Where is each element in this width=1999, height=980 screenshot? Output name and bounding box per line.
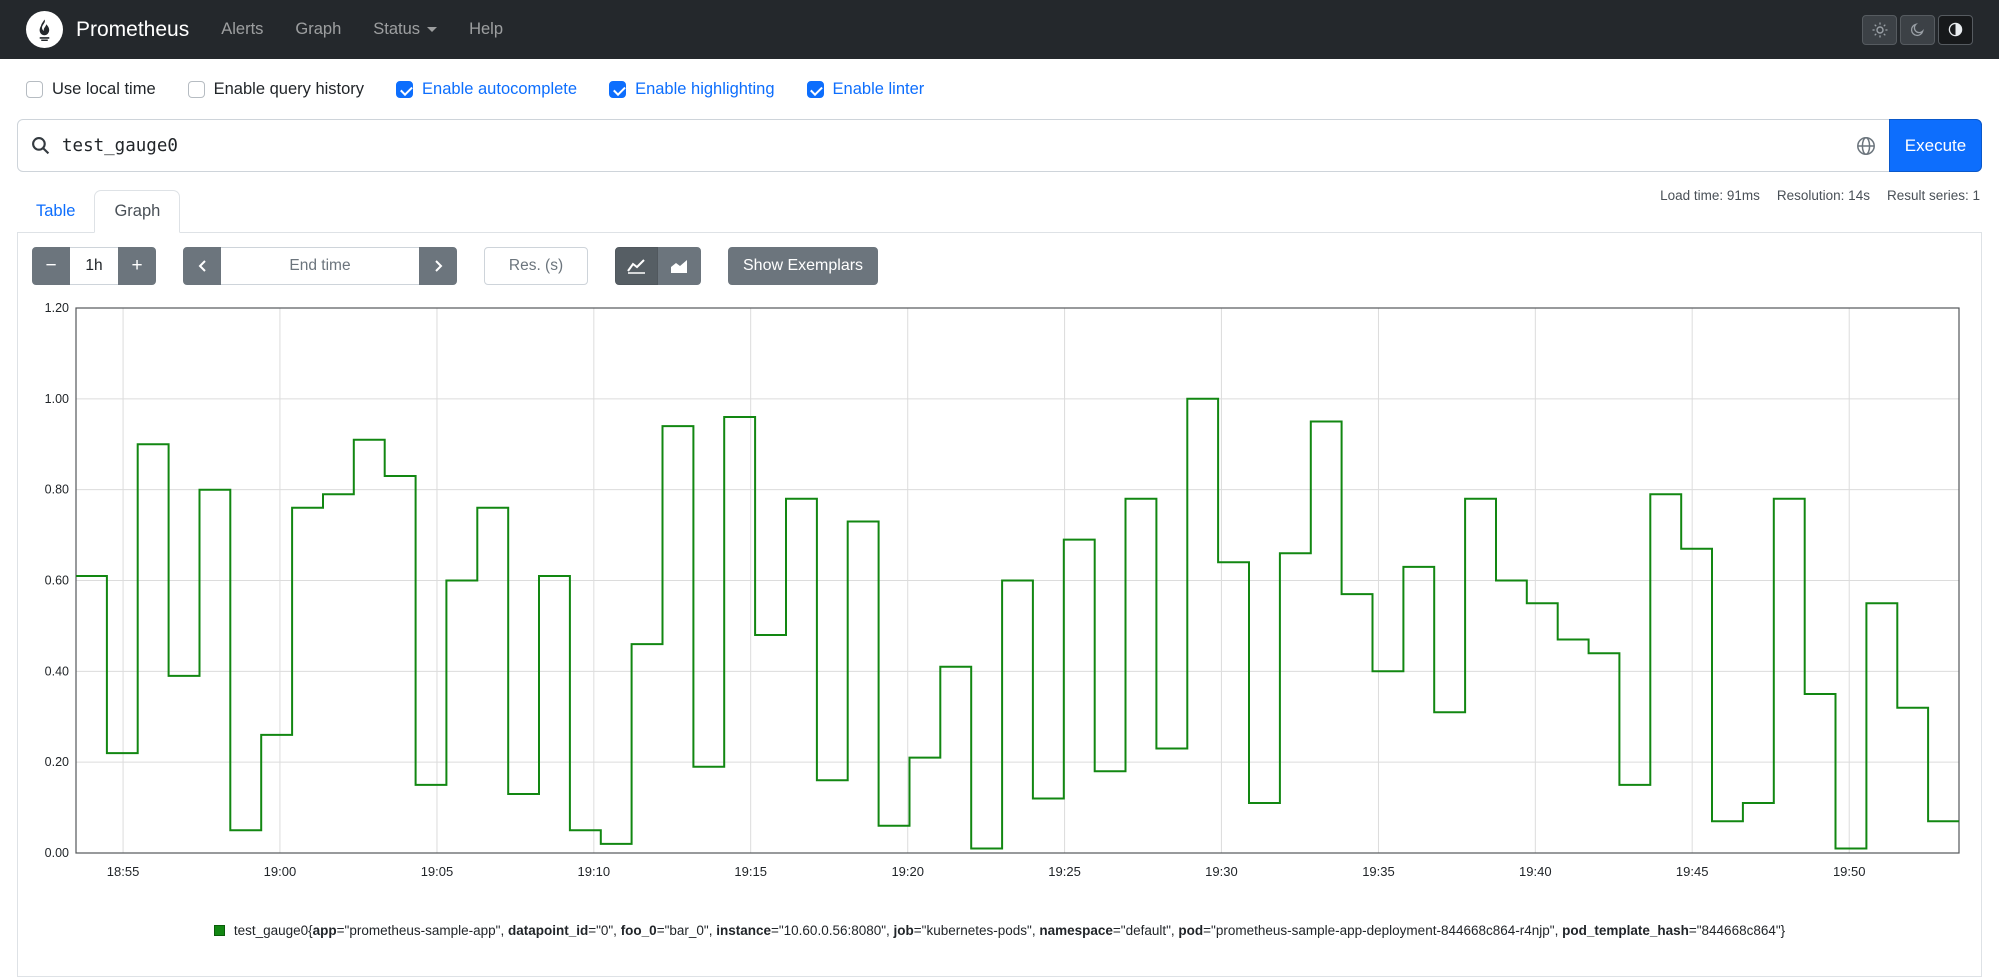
chart-type-toggle-group	[615, 247, 701, 285]
time-series-chart[interactable]: 0.00 0.20 0.40 0.60 0.80 1.00 1.20 18:55 19:00 19…	[32, 300, 1969, 885]
checkbox-enable-query-history[interactable]: Enable query history	[187, 80, 365, 99]
checkbox-box	[806, 81, 824, 98]
range-input[interactable]	[70, 247, 118, 285]
metrics-explorer-button[interactable]	[1842, 120, 1890, 171]
series-legend[interactable]: test_gauge0{app="prometheus-sample-app",…	[32, 923, 1967, 938]
chevron-left-icon	[198, 260, 206, 272]
series-color-swatch	[213, 925, 225, 936]
nav-link-graph[interactable]: Graph	[295, 20, 341, 39]
nav-link-alerts[interactable]: Alerts	[221, 20, 263, 39]
svg-text:0.20: 0.20	[45, 755, 69, 769]
theme-toggle-group	[1862, 14, 1973, 45]
svg-text:0.80: 0.80	[45, 483, 69, 497]
time-back-button[interactable]	[183, 247, 221, 285]
nav-link-help[interactable]: Help	[469, 20, 503, 39]
svg-text:0.60: 0.60	[45, 574, 69, 588]
checkbox-box	[396, 81, 414, 98]
stacked-chart-icon	[671, 260, 687, 273]
range-increase-button[interactable]: +	[118, 247, 156, 285]
svg-text:19:50: 19:50	[1833, 864, 1866, 879]
theme-dark-button[interactable]	[1900, 14, 1935, 45]
query-expression-input[interactable]: test_gauge0	[62, 120, 1842, 171]
range-decrease-button[interactable]: −	[32, 247, 70, 285]
end-time-input[interactable]	[221, 247, 419, 285]
sun-icon	[1872, 22, 1887, 37]
search-icon-cell	[18, 120, 62, 171]
stacked-chart-toggle-button[interactable]	[658, 247, 701, 285]
line-chart-toggle-button[interactable]	[615, 247, 658, 285]
svg-text:19:35: 19:35	[1362, 864, 1395, 879]
svg-text:19:30: 19:30	[1205, 864, 1238, 879]
series-label-text: test_gauge0{app="prometheus-sample-app",…	[233, 923, 1786, 938]
checkbox-label: Enable query history	[213, 80, 365, 98]
svg-text:19:10: 19:10	[578, 864, 611, 879]
checkbox-box	[26, 81, 43, 98]
search-icon	[31, 137, 49, 155]
checkbox-box	[187, 81, 205, 98]
result-series-stat: Result series: 1	[1886, 188, 1980, 203]
time-forward-button[interactable]	[419, 247, 457, 285]
checkbox-enable-highlighting[interactable]: Enable highlighting	[609, 80, 775, 99]
query-stats: Load time: 91ms Resolution: 14s Result s…	[1660, 188, 1980, 203]
svg-text:1.00: 1.00	[45, 392, 69, 406]
checkbox-label: Use local time	[52, 80, 156, 98]
execute-button[interactable]: Execute	[1889, 119, 1982, 172]
moon-icon	[1910, 23, 1924, 37]
svg-text:19:45: 19:45	[1676, 864, 1709, 879]
circle-half-icon	[1948, 22, 1963, 37]
checkbox-enable-autocomplete[interactable]: Enable autocomplete	[396, 80, 577, 99]
svg-text:18:55: 18:55	[107, 864, 140, 879]
checkbox-enable-linter[interactable]: Enable linter	[806, 80, 925, 99]
chart-area: 0.00 0.20 0.40 0.60 0.80 1.00 1.20 18:55 19:00 19…	[32, 300, 1967, 885]
line-chart-icon	[627, 259, 645, 274]
checkbox-box	[609, 81, 627, 98]
resolution-input[interactable]	[484, 247, 588, 285]
load-time-stat: Load time: 91ms	[1660, 188, 1760, 203]
graph-panel: − +	[17, 233, 1982, 977]
query-input-group: test_gauge0 Execute	[17, 119, 1982, 172]
svg-text:0.40: 0.40	[45, 664, 69, 678]
svg-text:19:25: 19:25	[1048, 864, 1081, 879]
nav-link-status[interactable]: Status	[373, 20, 438, 39]
checkbox-label: Enable highlighting	[635, 80, 775, 98]
chevron-right-icon	[434, 260, 442, 272]
resolution-stat: Resolution: 14s	[1776, 188, 1870, 203]
tab-graph[interactable]: Graph	[94, 190, 181, 233]
prometheus-logo	[26, 11, 63, 48]
tab-table[interactable]: Table	[17, 191, 94, 232]
svg-text:1.20: 1.20	[45, 301, 69, 315]
globe-icon	[1857, 136, 1875, 155]
show-exemplars-button[interactable]: Show Exemplars	[728, 247, 879, 285]
svg-text:19:40: 19:40	[1519, 864, 1552, 879]
options-row: Use local time Enable query history Enab…	[0, 59, 1999, 109]
svg-text:19:20: 19:20	[891, 864, 924, 879]
range-control-group: − +	[32, 247, 156, 285]
navbar: Prometheus Alerts Graph Status Help	[0, 0, 1999, 59]
svg-text:19:00: 19:00	[264, 864, 297, 879]
graph-controls: − +	[32, 247, 1967, 285]
svg-text:19:15: 19:15	[734, 864, 767, 879]
end-time-control-group	[183, 247, 457, 285]
theme-light-button[interactable]	[1862, 14, 1897, 45]
checkbox-use-local-time[interactable]: Use local time	[26, 80, 156, 99]
checkbox-label: Enable autocomplete	[422, 80, 578, 98]
svg-text:0.00: 0.00	[45, 846, 69, 860]
flame-icon	[39, 19, 50, 41]
svg-text:19:05: 19:05	[421, 864, 454, 879]
chevron-down-icon	[427, 27, 438, 32]
theme-auto-button[interactable]	[1938, 14, 1973, 45]
tabs-band: Table Graph Load time: 91ms Resolution: …	[17, 186, 1982, 233]
app-title: Prometheus	[76, 17, 190, 41]
checkbox-label: Enable linter	[832, 80, 925, 98]
